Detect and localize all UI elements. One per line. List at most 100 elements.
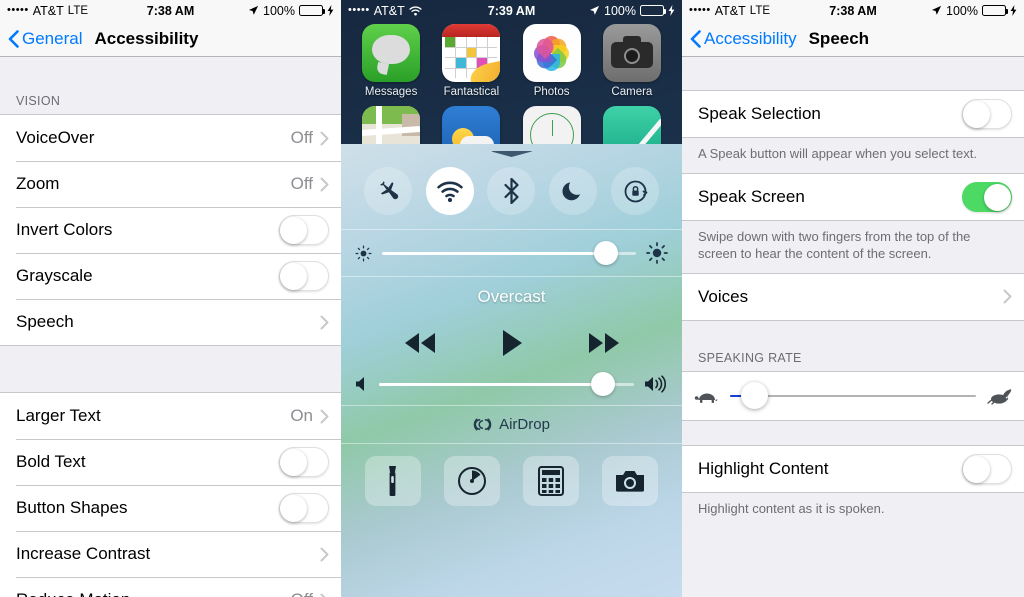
speaking-rate-row [682, 370, 1024, 421]
do-not-disturb-button[interactable] [549, 167, 598, 215]
row-speech[interactable]: Speech [0, 299, 341, 345]
row-invert-colors[interactable]: Invert Colors [0, 207, 341, 253]
rotation-lock-button[interactable] [611, 167, 660, 215]
camera-icon [602, 24, 661, 82]
grayscale-toggle[interactable] [279, 261, 329, 291]
chevron-left-icon [690, 29, 701, 48]
status-bar-right-group: 100% [589, 4, 675, 18]
status-bar-left: ••••• AT&T LTE 7:38 AM 100% [0, 0, 341, 21]
row-speak-selection[interactable]: Speak Selection [682, 91, 1024, 137]
app-label: Photos [533, 86, 570, 98]
charging-bolt-icon [327, 5, 334, 16]
status-bar-carrier-group: ••••• AT&T LTE [7, 4, 88, 18]
row-grayscale[interactable]: Grayscale [0, 253, 341, 299]
brightness-slider[interactable] [382, 241, 636, 265]
section-header-vision: VISION [0, 90, 341, 114]
play-button[interactable] [500, 329, 524, 357]
status-bar-carrier-group: ••••• AT&T LTE [689, 4, 770, 18]
app-label: Fantastical [443, 86, 500, 98]
chevron-right-icon [320, 177, 329, 192]
row-value: Off [290, 174, 313, 193]
speaking-rate-knob[interactable] [741, 382, 769, 410]
volume-slider-knob[interactable] [591, 372, 616, 396]
row-label: Speak Screen [698, 186, 805, 206]
wifi-icon [436, 181, 463, 202]
three-panel-screenshot: ••••• AT&T LTE 7:38 AM 100% General Acce… [0, 0, 1024, 597]
camera-icon [616, 471, 645, 492]
wifi-button[interactable] [425, 167, 474, 215]
back-button-accessibility[interactable]: Accessibility [690, 29, 797, 49]
flashlight-icon [389, 466, 397, 496]
chevron-right-icon [320, 547, 329, 562]
group-spacer [682, 57, 1024, 90]
row-label: Invert Colors [16, 220, 113, 239]
charging-bolt-icon [1010, 5, 1017, 16]
calculator-button[interactable] [523, 456, 580, 506]
airdrop-row[interactable]: AirDrop [341, 406, 682, 443]
control-center: Overcast AirDrop [341, 144, 682, 597]
row-highlight-content[interactable]: Highlight Content [682, 445, 1024, 492]
chevron-right-icon [320, 409, 329, 424]
back-button-general[interactable]: General [8, 29, 82, 49]
timer-button[interactable] [443, 456, 500, 506]
battery-icon [299, 5, 325, 16]
signal-dots-icon: ••••• [348, 4, 370, 16]
row-label: Highlight Content [698, 458, 829, 478]
panel-accessibility: ••••• AT&T LTE 7:38 AM 100% General Acce… [0, 0, 341, 597]
status-bar-carrier-group: ••••• AT&T [348, 4, 422, 18]
flashlight-button[interactable] [364, 456, 421, 506]
now-playing-section: Overcast [341, 277, 682, 405]
location-arrow-icon [931, 5, 942, 15]
group-spacer [0, 346, 341, 392]
row-speak-screen[interactable]: Speak Screen [682, 173, 1024, 220]
hare-icon [987, 389, 1012, 405]
network-type-label: LTE [67, 4, 89, 17]
camera-button[interactable] [602, 456, 659, 506]
row-label: VoiceOver [16, 128, 95, 147]
bold-text-toggle[interactable] [279, 447, 329, 477]
chevron-right-icon [1003, 289, 1012, 304]
button-shapes-toggle[interactable] [279, 493, 329, 523]
row-larger-text[interactable]: Larger Text On [0, 393, 341, 439]
speak-selection-toggle[interactable] [962, 99, 1012, 129]
group-speak-screen: Speak Screen [682, 172, 1024, 221]
brightness-slider-knob[interactable] [593, 241, 618, 265]
volume-slider[interactable] [379, 372, 634, 396]
chevron-right-icon [320, 315, 329, 330]
speak-screen-toggle[interactable] [962, 181, 1012, 212]
location-arrow-icon [589, 5, 600, 15]
app-fantastical[interactable]: Fantastical [431, 24, 511, 98]
app-photos[interactable]: Photos [512, 24, 592, 98]
row-label: Voices [698, 286, 749, 306]
battery-percent-label: 100% [604, 3, 636, 18]
bluetooth-button[interactable] [487, 167, 536, 215]
app-camera[interactable]: Camera [592, 24, 672, 98]
transport-controls [341, 329, 682, 357]
app-messages[interactable]: Messages [351, 24, 431, 98]
row-value: Off [290, 128, 313, 147]
row-button-shapes[interactable]: Button Shapes [0, 485, 341, 531]
speaking-rate-slider[interactable] [730, 381, 976, 411]
airplane-mode-button[interactable] [363, 167, 412, 215]
group-spacer [682, 420, 1024, 445]
highlight-content-toggle[interactable] [962, 453, 1012, 484]
group-highlight-content: Highlight Content [682, 444, 1024, 493]
row-increase-contrast[interactable]: Increase Contrast [0, 531, 341, 577]
airdrop-icon [473, 418, 492, 431]
app-label: Camera [611, 86, 653, 98]
row-bold-text[interactable]: Bold Text [0, 439, 341, 485]
row-zoom[interactable]: Zoom Off [0, 161, 341, 207]
row-voiceover[interactable]: VoiceOver Off [0, 115, 341, 161]
row-reduce-motion[interactable]: Reduce Motion Off [0, 577, 341, 597]
calculator-icon [538, 466, 565, 496]
invert-colors-toggle[interactable] [279, 215, 329, 245]
rewind-button[interactable] [402, 332, 438, 354]
network-type-label: LTE [749, 4, 771, 17]
row-label: Larger Text [16, 406, 101, 425]
row-voices[interactable]: Voices [682, 273, 1024, 320]
carrier-label: AT&T [714, 3, 746, 18]
settings-group-text: Larger Text On Bold Text Button Shapes I… [0, 392, 341, 597]
battery-icon [982, 5, 1008, 16]
fast-forward-button[interactable] [586, 332, 622, 354]
volume-high-icon [645, 375, 666, 393]
